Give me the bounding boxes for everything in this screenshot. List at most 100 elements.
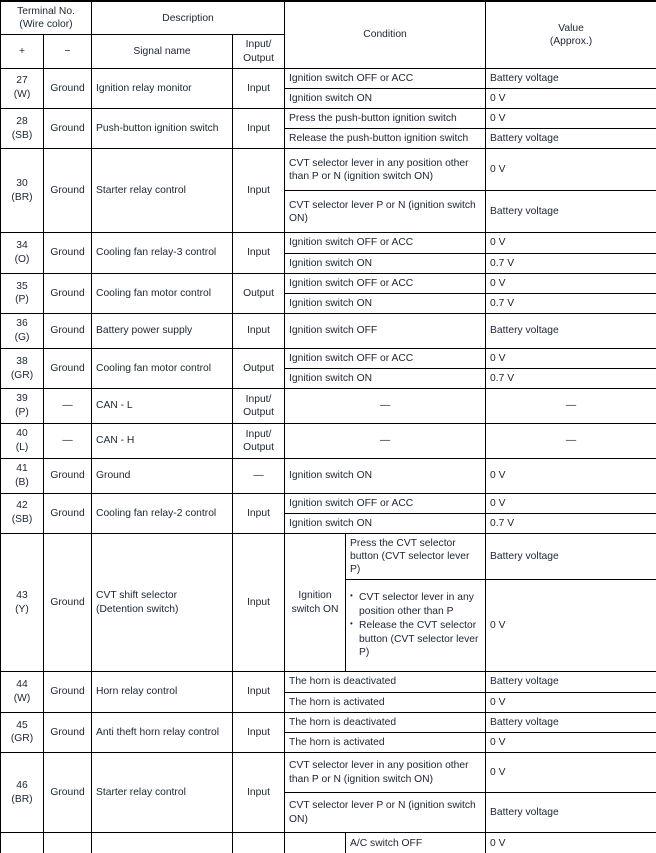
table-row: 44 (W) Ground Horn relay control Input T…	[0, 671, 656, 713]
value-cell: Battery voltage	[485, 67, 656, 89]
sub-condition-cell: A/C switch OFF	[345, 832, 487, 853]
wire-color: (BR)	[11, 793, 33, 805]
table-row: 42 (SB) Ground Cooling fan relay-2 contr…	[0, 492, 656, 534]
signal-name: Starter relay control	[91, 752, 234, 834]
signal-name: Cooling fan relay-2 control	[91, 492, 234, 534]
condition-cell: Press the push-button ignition switch	[284, 108, 487, 130]
condition-cell: CVT selector lever P or N (ignition swit…	[284, 190, 487, 234]
terminal-number-value: 30	[16, 177, 28, 189]
condition-cell: —	[284, 388, 487, 424]
header-plus: +	[0, 34, 44, 69]
group-condition-cell: Engine running	[284, 832, 347, 853]
input-output: Input	[232, 313, 286, 349]
signal-name: Ground	[91, 457, 234, 494]
terminal-number: 40 (L)	[0, 422, 44, 459]
value-cell: 0.7 V	[485, 512, 656, 534]
header-io-line2: Output	[243, 52, 274, 64]
wire-color: (GR)	[10, 369, 34, 381]
condition-cell: The horn is deactivated	[284, 671, 487, 693]
terminal-minus: —	[42, 388, 93, 424]
table-row: 43 (Y) Ground CVT shift selector (Detent…	[0, 532, 656, 673]
signal-name: CAN - L	[91, 388, 234, 424]
value-cell: Battery voltage	[485, 313, 656, 349]
signal-name: Push-button ignition switch	[91, 108, 234, 150]
terminal-number: 45 (GR)	[0, 711, 44, 754]
terminal-number: 35 (P)	[0, 272, 44, 315]
condition-cell: Ignition switch OFF or ACC	[284, 492, 487, 514]
condition-cell: Ignition switch ON	[284, 87, 487, 110]
value-cell: 0 V	[485, 272, 656, 294]
value-cell: Battery voltage	[485, 711, 656, 733]
terminal-number-value: 43	[16, 589, 28, 601]
condition-cell: CVT selector lever in any position other…	[284, 148, 487, 192]
signal-name-line1: CVT shift selector	[96, 590, 178, 602]
group-condition-line2: switch ON	[291, 603, 339, 615]
terminal-number-value: 42	[16, 500, 28, 512]
wire-color: (SB)	[11, 129, 33, 141]
io-line2: Output	[243, 441, 274, 453]
list-item: Release the CVT selector button (CVT sel…	[350, 619, 481, 659]
terminal-number-value: 34	[16, 240, 28, 252]
header-description: Description	[91, 0, 286, 36]
wire-color: (G)	[14, 331, 30, 343]
terminal-minus: Ground	[42, 67, 93, 110]
io-line1: Input/	[245, 428, 272, 440]
wire-color: (L)	[15, 441, 29, 453]
io-line1: Input/	[245, 393, 272, 405]
signal-name: CVT shift selector (Detention switch)	[91, 532, 234, 673]
header-signal-name: Signal name	[91, 34, 234, 69]
terminal-minus: Ground	[42, 148, 93, 234]
input-output: Input	[232, 532, 286, 673]
terminal-minus: Ground	[42, 492, 93, 534]
value-cell: 0 V	[485, 148, 656, 192]
table-row: 35 (P) Ground Cooling fan motor control …	[0, 272, 656, 315]
header-terminal-no-line2: (Wire color)	[19, 19, 73, 31]
terminal-minus: Ground	[42, 457, 93, 494]
condition-cell: Ignition switch OFF or ACC	[284, 232, 487, 254]
value-cell: 0 V	[485, 691, 656, 713]
value-cell: 0 V	[485, 832, 656, 853]
input-output: Input	[232, 671, 286, 713]
header-condition: Condition	[284, 0, 487, 69]
wire-color: (W)	[13, 89, 31, 101]
wire-color: (SB)	[11, 514, 33, 526]
terminal-minus: Ground	[42, 752, 93, 834]
value-cell: 0 V	[485, 457, 656, 494]
wire-color: (B)	[15, 476, 29, 488]
condition-cell: Ignition switch OFF or ACC	[284, 67, 487, 89]
terminal-number: 41 (B)	[0, 457, 44, 494]
value-cell: 0.7 V	[485, 252, 656, 274]
wire-color: (GR)	[10, 733, 34, 745]
input-output: Input	[232, 232, 286, 274]
value-cell: —	[485, 388, 656, 424]
table-row: 46 (BR) Ground Starter relay control Inp…	[0, 752, 656, 834]
io-line2: Output	[243, 407, 274, 419]
terminal-number: 34 (O)	[0, 232, 44, 274]
value-cell: 0 V	[485, 232, 656, 254]
terminal-number-value: 36	[16, 318, 28, 330]
value-cell: —	[485, 422, 656, 459]
terminal-minus: Ground	[42, 232, 93, 274]
terminal-number-value: 41	[16, 462, 28, 474]
terminal-number-value: 45	[16, 719, 28, 731]
condition-cell: The horn is activated	[284, 731, 487, 754]
terminal-minus: Ground	[42, 532, 93, 673]
table-row: 40 (L) — CAN - H Input/ Output — —	[0, 422, 656, 459]
terminal-number: 44 (W)	[0, 671, 44, 713]
input-output: Input	[232, 67, 286, 110]
condition-cell: Ignition switch ON	[284, 368, 487, 390]
header-terminal-no: Terminal No. (Wire color)	[0, 0, 93, 36]
bullet-list: CVT selector lever in any position other…	[350, 591, 481, 659]
input-output: Output	[232, 347, 286, 390]
value-cell: 0 V	[485, 108, 656, 130]
input-output: Output	[232, 832, 286, 853]
terminal-minus: Ground	[42, 711, 93, 754]
terminal-minus: —	[42, 422, 93, 459]
group-condition-cell: Ignition switch ON	[284, 532, 347, 673]
input-output: Input/ Output	[232, 388, 286, 424]
signal-name: Horn relay control	[91, 671, 234, 713]
value-cell: 0 V	[485, 87, 656, 110]
condition-cell: —	[284, 422, 487, 459]
input-output: Input	[232, 752, 286, 834]
header-input-output: Input/ Output	[232, 34, 286, 69]
